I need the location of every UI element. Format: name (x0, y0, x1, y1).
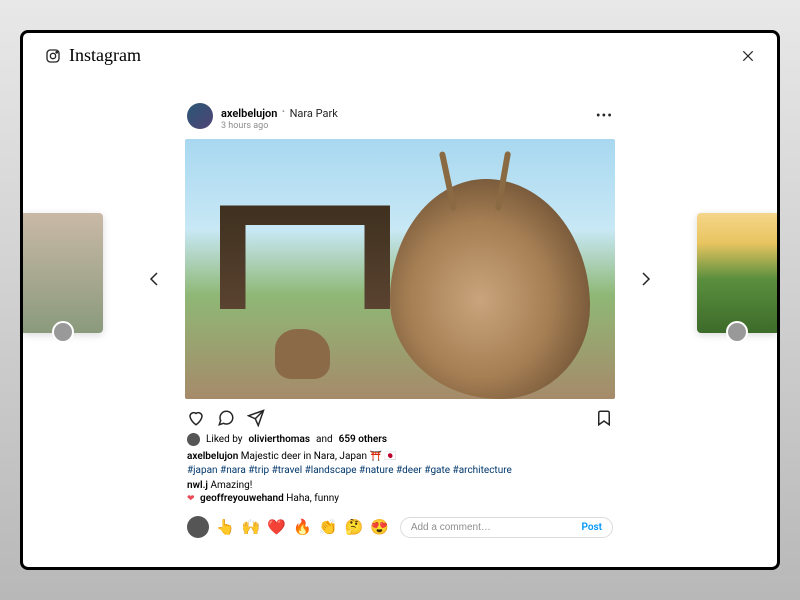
author-username[interactable]: axelbelujon (221, 107, 277, 120)
prev-post-avatar (52, 321, 74, 343)
likes-row[interactable]: Liked by olivierthomas and 659 others (185, 433, 615, 446)
caption-text: Majestic deer in Nara, Japan ⛩️ 🇯🇵 (241, 451, 397, 462)
comment-input-wrap[interactable]: Post (400, 517, 613, 538)
next-post-thumbnail[interactable] (697, 213, 777, 333)
post-location[interactable]: Nara Park (290, 107, 338, 120)
reaction-raised-hands[interactable]: 🙌 (242, 518, 261, 536)
comment-icon[interactable] (217, 409, 235, 427)
comment-2-user[interactable]: geoffreyouwehand (200, 493, 284, 504)
deer-graphic (390, 179, 590, 399)
more-options-icon[interactable]: ••• (596, 108, 613, 124)
next-arrow[interactable] (635, 268, 657, 290)
reaction-point-up[interactable]: 👆 (216, 518, 235, 536)
reaction-thinking[interactable]: 🤔 (344, 518, 363, 536)
comment-1-user[interactable]: nwl.j (187, 480, 208, 491)
comment-2: ❤ geoffreyouwehand Haha, funny (185, 493, 615, 504)
caption-username[interactable]: axelbelujon (187, 451, 238, 462)
comment-input[interactable] (411, 522, 582, 533)
post-meta: axelbelujon · Nara Park 3 hours ago (221, 102, 588, 132)
author-avatar[interactable] (187, 103, 213, 129)
reaction-heart[interactable]: ❤️ (267, 518, 286, 536)
app-window: Instagram axelbelujon · Nara Park (20, 30, 780, 570)
caption-hashtags[interactable]: #japan #nara #trip #travel #landscape #n… (187, 465, 512, 476)
post-card: axelbelujon · Nara Park 3 hours ago ••• (185, 102, 615, 539)
reaction-row: 👆 🙌 ❤️ 🔥 👏 🤔 😍 Post (185, 516, 615, 538)
comment-2-text: Haha, funny (286, 493, 339, 504)
like-icon[interactable] (187, 409, 205, 427)
app-header: Instagram (23, 33, 777, 74)
next-post-avatar (726, 321, 748, 343)
chevron-right-icon (641, 271, 651, 287)
comment-liked-icon: ❤ (187, 494, 195, 504)
prev-arrow[interactable] (143, 268, 165, 290)
comment-1-text: Amazing! (210, 480, 252, 491)
instagram-icon (45, 48, 61, 64)
post-image[interactable] (185, 139, 615, 399)
post-button[interactable]: Post (581, 522, 602, 533)
prev-post-thumbnail[interactable] (23, 213, 103, 333)
action-bar (185, 409, 615, 427)
chevron-left-icon (149, 271, 159, 287)
liker-avatar (187, 433, 200, 446)
likes-and: and (316, 434, 333, 445)
share-icon[interactable] (247, 409, 265, 427)
liker-username[interactable]: olivierthomas (249, 434, 310, 445)
antler-left (439, 152, 457, 212)
stage: axelbelujon · Nara Park 3 hours ago ••• (23, 73, 777, 567)
post-caption: axelbelujon Majestic deer in Nara, Japan… (185, 450, 615, 478)
bookmark-icon[interactable] (595, 409, 613, 427)
reaction-fire[interactable]: 🔥 (293, 518, 312, 536)
current-user-avatar[interactable] (187, 516, 209, 538)
logo[interactable]: Instagram (45, 45, 141, 66)
post-header: axelbelujon · Nara Park 3 hours ago ••• (185, 102, 615, 132)
likes-count[interactable]: 659 others (339, 434, 387, 445)
comment-1: nwl.j Amazing! (185, 480, 615, 491)
brand-text: Instagram (69, 45, 141, 66)
likes-prefix: Liked by (206, 434, 243, 445)
close-icon[interactable] (741, 49, 755, 63)
reaction-heart-eyes[interactable]: 😍 (370, 518, 389, 536)
background-deer-graphic (275, 329, 330, 379)
separator-dot: · (281, 102, 289, 121)
temple-gate-graphic (220, 179, 390, 309)
reaction-clap[interactable]: 👏 (319, 518, 338, 536)
antler-right (495, 151, 511, 211)
post-timestamp: 3 hours ago (221, 121, 588, 132)
